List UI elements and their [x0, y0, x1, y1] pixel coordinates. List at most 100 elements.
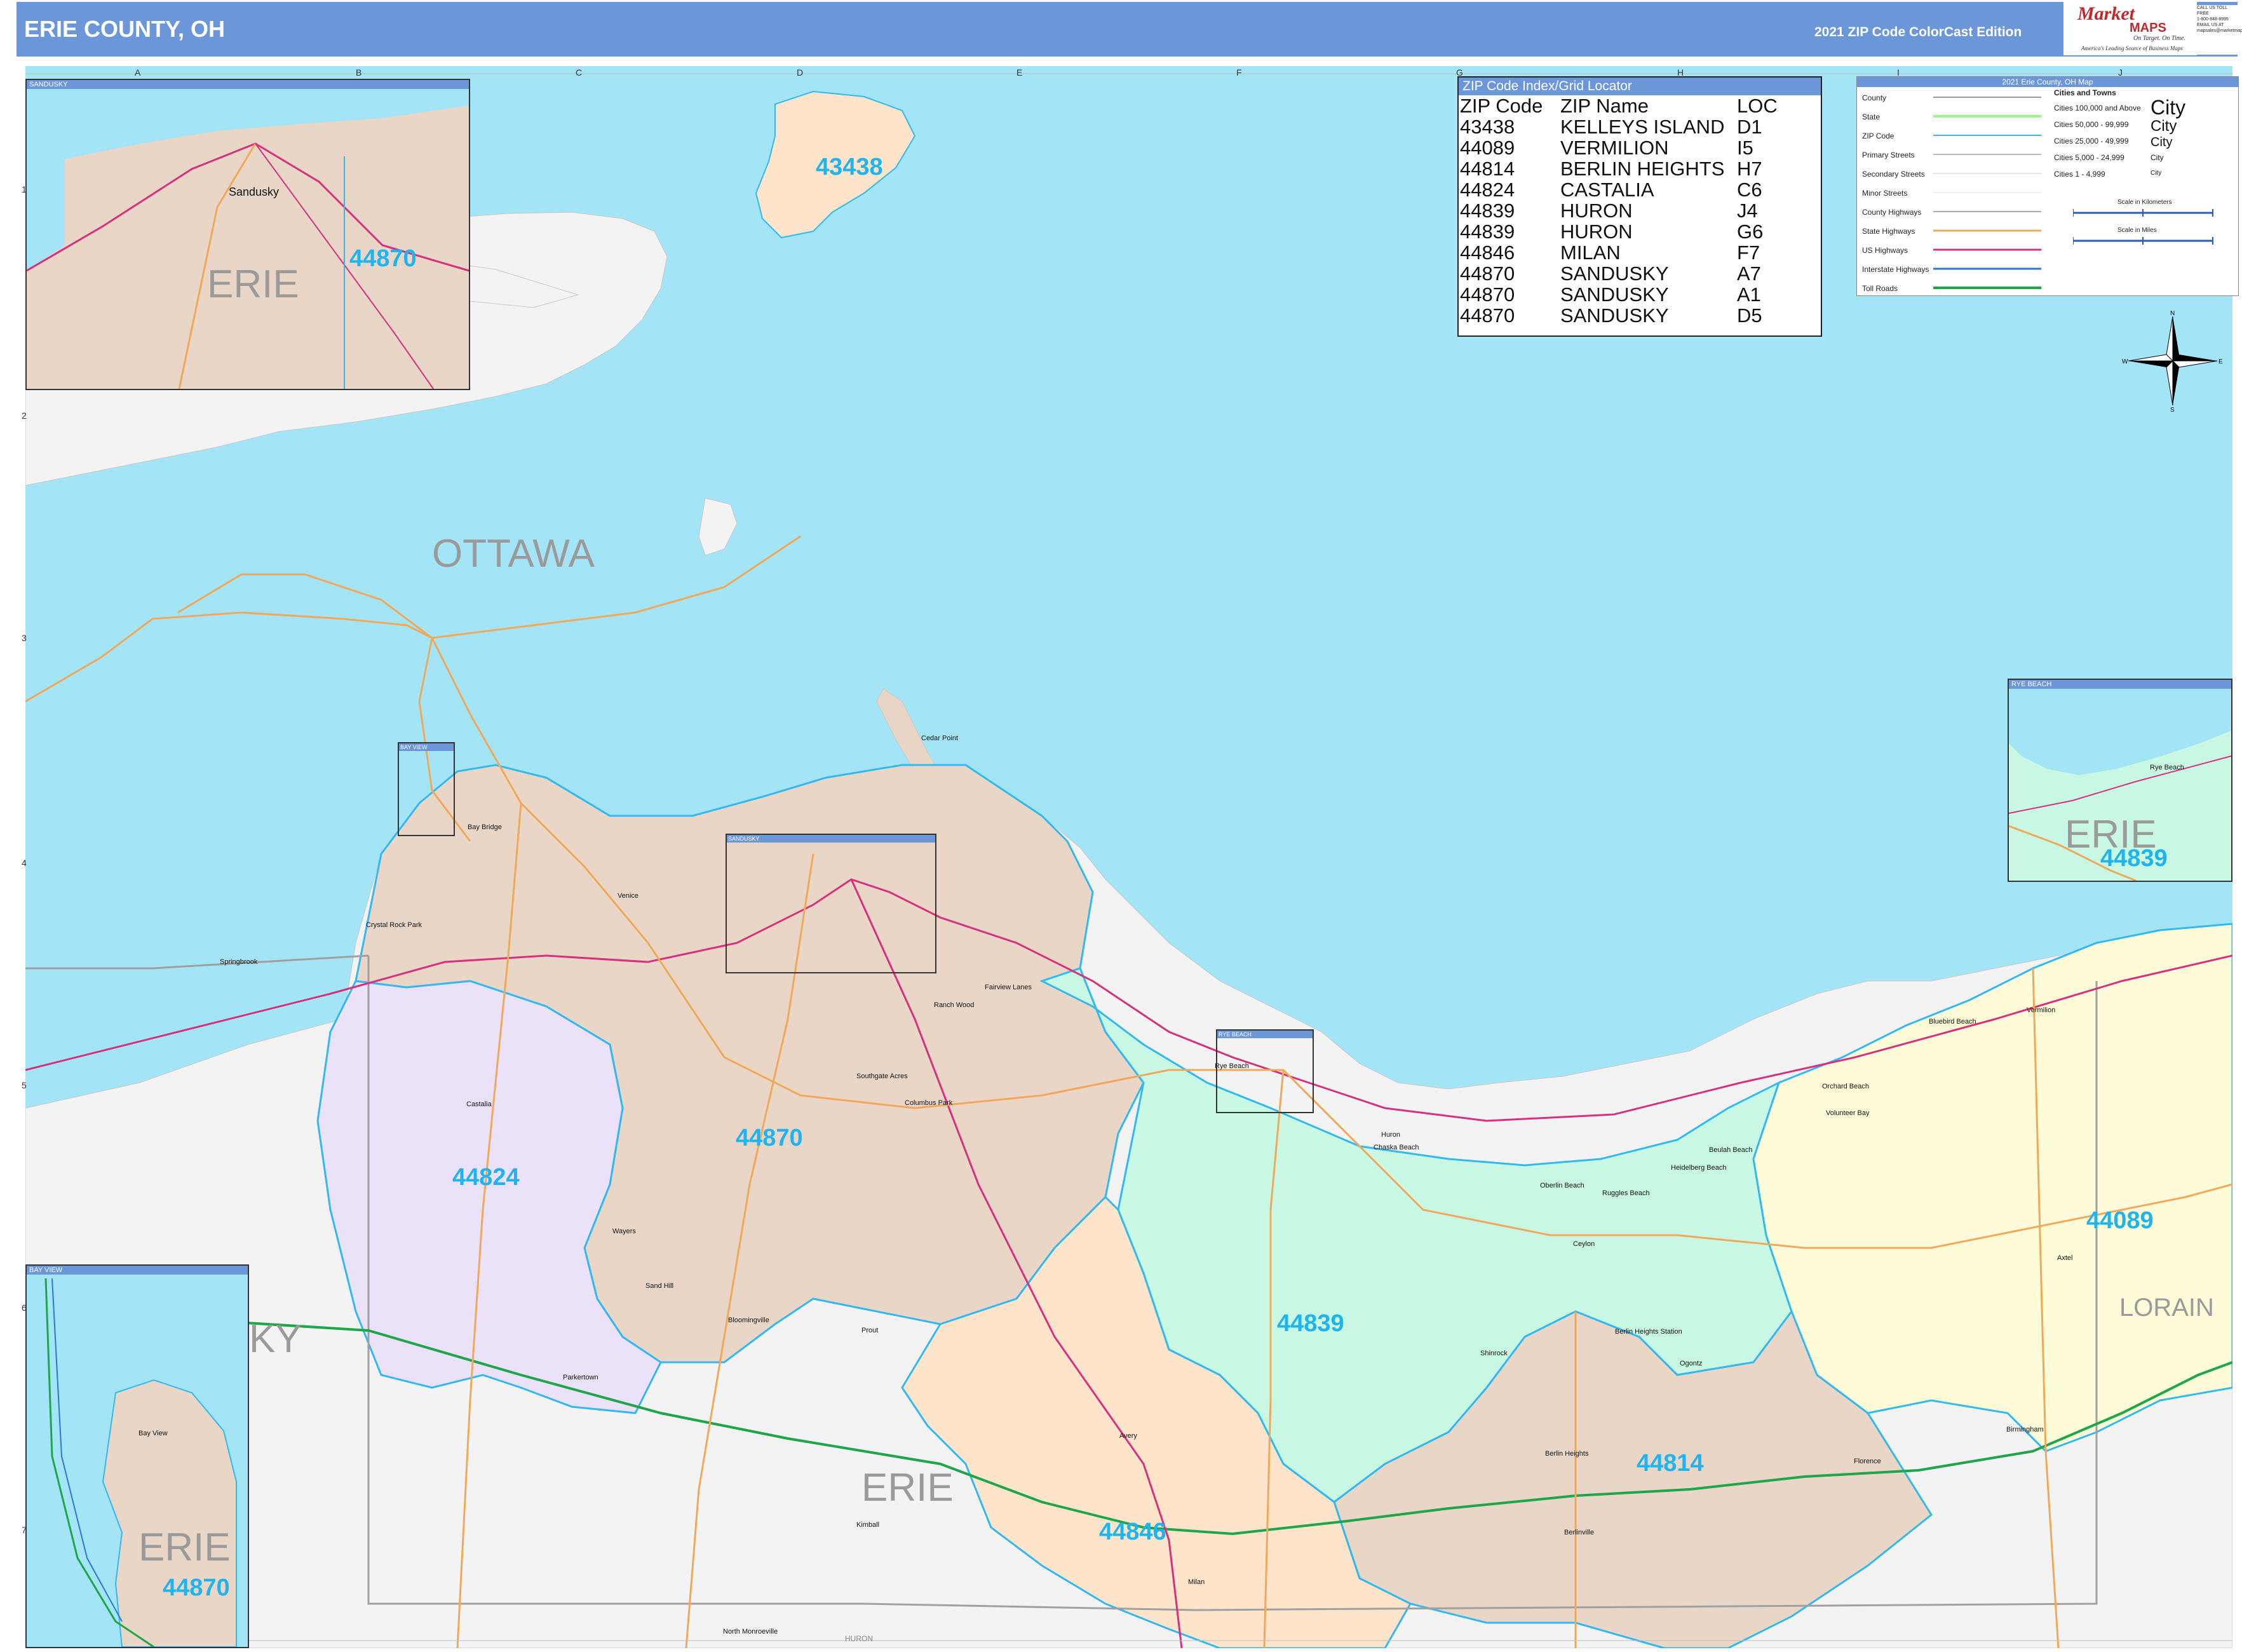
- place-label: Ogontz: [1680, 1360, 1703, 1367]
- zip-name-cell: HURON: [1560, 200, 1633, 222]
- header-bar: ERIE COUNTY, OH 2021 ZIP Code ColorCast …: [17, 2, 2238, 57]
- locator-rye-beach[interactable]: RYE BEACH: [1216, 1029, 1314, 1113]
- grid-col-label: B: [356, 67, 362, 78]
- inset-bay-view-county: ERIE: [138, 1526, 231, 1569]
- zip-cell: 44814: [1460, 158, 1515, 180]
- zip-cell: 44089: [1460, 137, 1515, 159]
- edition-label: 2021 ZIP Code ColorCast Edition: [1814, 25, 2022, 39]
- loc-cell: F7: [1737, 241, 1760, 264]
- place-label: Ranch Wood: [934, 1001, 975, 1009]
- inset-sandusky-county: ERIE: [207, 262, 299, 306]
- place-label: Kimball: [856, 1521, 880, 1529]
- market-maps-logo: Market MAPS On Target. On Time. America'…: [2063, 2, 2197, 55]
- place-label: Sand Hill: [645, 1282, 674, 1290]
- place-label: Bay Bridge: [468, 823, 502, 831]
- legend-item: County Highways: [1862, 208, 1922, 217]
- place-label: Parkertown: [563, 1374, 598, 1381]
- inset-rye-beach-title: RYE BEACH: [2009, 680, 2231, 689]
- locator-sandusky[interactable]: SANDUSKY: [726, 834, 936, 973]
- grid-row-label: 5: [22, 1080, 27, 1090]
- compass-e: E: [2218, 358, 2223, 365]
- zip-name-cell: CASTALIA: [1560, 179, 1654, 201]
- zip-cell: 43438: [1460, 116, 1515, 138]
- contact-line: CALL US TOLL FREE: [2197, 6, 2227, 16]
- legend-city-class: Cities 25,000 - 49,999: [2054, 137, 2129, 146]
- inset-rye-beach[interactable]: RYE BEACH Rye Beach ERIE 44839: [2008, 679, 2232, 882]
- place-label: Venice: [618, 892, 639, 900]
- inset-rye-beach-city: Rye Beach: [2150, 764, 2184, 771]
- legend-item: ZIP Code: [1862, 132, 1894, 140]
- table-row: 44870 SANDUSKY A7: [1460, 263, 1778, 284]
- locator-sandusky-title: SANDUSKY: [727, 835, 935, 843]
- legend-heading: 2021 Erie County, OH Map: [1857, 77, 2238, 87]
- legend-city-class: Cities 100,000 and Above: [2054, 104, 2141, 112]
- legend-item: County: [1862, 93, 1887, 102]
- county-label-erie: ERIE: [861, 1466, 954, 1510]
- inset-sandusky[interactable]: SANDUSKY Sandusky ERIE 44870: [25, 79, 470, 390]
- grid-col-label: F: [1236, 67, 1242, 78]
- grid-col-label: E: [1016, 67, 1023, 78]
- place-label: Birmingham: [2006, 1426, 2044, 1433]
- place-label: Ceylon: [1573, 1240, 1595, 1248]
- zip-label-44839: 44839: [1277, 1310, 1344, 1337]
- table-row: 44870 SANDUSKY D5: [1460, 305, 1778, 326]
- county-label-ottawa: OTTAWA: [432, 532, 595, 576]
- loc-cell: G6: [1737, 220, 1764, 243]
- legend-item: Toll Roads: [1862, 284, 1898, 293]
- loc-cell: A1: [1737, 283, 1761, 306]
- inset-bay-view[interactable]: BAY VIEW Bay View ERIE 44870: [25, 1264, 249, 1648]
- table-row: 44089 VERMILION I5: [1460, 137, 1778, 158]
- inset-sandusky-zip: 44870: [349, 245, 417, 272]
- table-row: 43438 KELLEYS ISLAND D1: [1460, 116, 1778, 137]
- legend-scale-km: Scale in Kilometers: [2117, 199, 2172, 206]
- place-label: Shinrock: [1480, 1350, 1508, 1357]
- zip-cell: 44839: [1460, 200, 1515, 222]
- loc-cell: H7: [1737, 158, 1762, 180]
- place-label: Florence: [1854, 1458, 1881, 1465]
- legend-city-example: City: [2151, 96, 2186, 119]
- place-label: Milan: [1188, 1578, 1205, 1586]
- place-label: Castalia: [466, 1100, 492, 1108]
- locator-rye-beach-title: RYE BEACH: [1217, 1031, 1313, 1038]
- zip-code-index: ZIP Code Index/Grid Locator ZIP Code ZIP…: [1457, 76, 1822, 337]
- loc-cell: A7: [1737, 262, 1761, 285]
- loc-cell: D1: [1737, 116, 1762, 138]
- zip-index-heading: ZIP Code Index/Grid Locator: [1459, 78, 1821, 95]
- zip-cell: 44839: [1460, 220, 1515, 243]
- grid-row-label: 3: [22, 633, 27, 643]
- place-label: Berlin Heights Station: [1615, 1328, 1682, 1336]
- logo-subtag: America's Leading Source of Business Map…: [2081, 45, 2183, 51]
- zip-index-col-header: LOC: [1737, 95, 1778, 117]
- place-label: Orchard Beach: [1822, 1083, 1869, 1090]
- table-row: 44814 BERLIN HEIGHTS H7: [1460, 158, 1778, 179]
- zip-name-cell: HURON: [1560, 220, 1633, 243]
- place-label: Berlin Heights: [1545, 1450, 1589, 1458]
- place-label: Bluebird Beach: [1929, 1018, 1976, 1026]
- locator-bay-view[interactable]: BAY VIEW: [398, 742, 455, 836]
- place-label: Southgate Acres: [856, 1073, 908, 1080]
- place-label: Avery: [1119, 1432, 1137, 1440]
- place-label: Chaska Beach: [1374, 1144, 1419, 1151]
- table-row: 44824 CASTALIA C6: [1460, 179, 1778, 200]
- zip-label-44824: 44824: [452, 1164, 520, 1191]
- legend-item: Secondary Streets: [1862, 170, 1925, 179]
- place-label: Bloomingville: [728, 1317, 769, 1324]
- legend-city-example: City: [2151, 118, 2177, 135]
- place-label: Volunteer Bay: [1826, 1109, 1870, 1117]
- county-label-lorain: LORAIN: [2119, 1294, 2214, 1322]
- legend-item: State Highways: [1862, 227, 1915, 236]
- table-row: 44870 SANDUSKY A1: [1460, 284, 1778, 305]
- zip-index-header-row: ZIP Code ZIP Name LOC: [1460, 95, 1778, 116]
- legend-item: Primary Streets: [1862, 151, 1915, 159]
- legend-scale-miles: Scale in Miles: [2117, 227, 2157, 234]
- inset-rye-beach-zip: 44839: [2100, 845, 2168, 872]
- legend-item: US Highways: [1862, 246, 1908, 255]
- zip-name-cell: SANDUSKY: [1560, 304, 1669, 327]
- place-label: Crystal Rock Park: [366, 921, 422, 929]
- zip-cell: 44846: [1460, 241, 1515, 264]
- place-label: Huron: [1381, 1131, 1400, 1139]
- contact-line: mapsales@marketmaps.com: [2197, 29, 2242, 33]
- zip-label-44814: 44814: [1637, 1450, 1704, 1477]
- loc-cell: C6: [1737, 179, 1762, 201]
- place-label: Berlinville: [1564, 1529, 1595, 1536]
